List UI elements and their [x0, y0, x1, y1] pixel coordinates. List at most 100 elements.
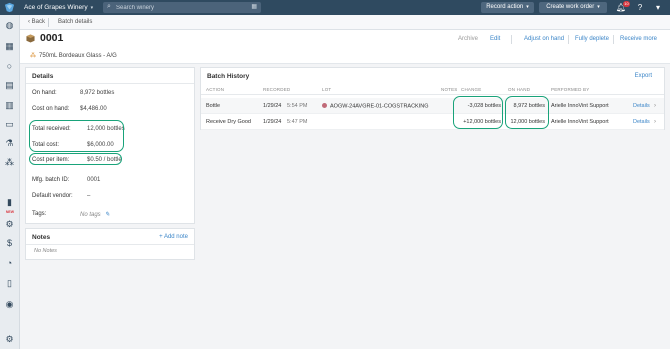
flask-icon[interactable]: ⚗: [3, 137, 16, 149]
action-cell: Receive Dry Good: [206, 119, 251, 125]
column-header-change[interactable]: CHANGE: [461, 87, 481, 92]
tank-icon[interactable]: ▥: [3, 99, 16, 111]
qr-code-icon[interactable]: ▦: [251, 3, 257, 10]
receive-more-button[interactable]: Receive more: [620, 36, 657, 42]
highlight-cost-per-item: [29, 153, 122, 165]
table-row[interactable]: Bottle 1/29/24 5:54 PM AOGW-24AVGRE-01-C…: [201, 98, 664, 114]
tags-value: No tags ✎: [80, 211, 110, 218]
notes-empty-state: No Notes: [34, 248, 57, 254]
pencil-icon[interactable]: ✎: [105, 212, 110, 218]
column-header-action[interactable]: ACTION: [206, 87, 224, 92]
table-row[interactable]: Receive Dry Good 1/29/24 5:47 PM +12,000…: [201, 114, 664, 130]
adjust-on-hand-button[interactable]: Adjust on hand: [524, 36, 564, 42]
details-link[interactable]: Details: [633, 103, 650, 109]
recorded-date-cell: 1/29/24: [263, 119, 282, 125]
lot-code: AOGW-24AVGRE-01-COGSTRACKING: [330, 103, 429, 110]
lot-color-icon: [322, 103, 327, 108]
chevron-right-icon[interactable]: ›: [654, 103, 656, 109]
lot-cell[interactable]: AOGW-24AVGRE-01-COGSTRACKING: [322, 103, 429, 110]
breadcrumb-current: Batch details: [58, 19, 93, 25]
action-cell: Bottle: [206, 103, 221, 109]
details-title: Details: [32, 73, 54, 80]
chevron-down-icon: ▾: [90, 5, 94, 11]
divider: [26, 244, 194, 245]
batch-history-card: Batch History Export ACTION RECORDED LOT…: [200, 67, 665, 130]
back-link[interactable]: ‹ Back: [28, 17, 45, 28]
column-header-performed-by[interactable]: PERFORMED BY: [551, 87, 589, 92]
winery-selector[interactable]: Ace of Grapes Winery ▾: [24, 2, 93, 13]
mfg-batch-value: 0001: [87, 177, 101, 183]
recorded-time-cell: 5:54 PM: [287, 103, 308, 109]
highlight-change-column: [453, 96, 503, 129]
recorded-time-cell: 5:47 PM: [287, 119, 308, 125]
bottle-icon[interactable]: ▯: [3, 277, 16, 289]
top-bar: Ace of Grapes Winery▾ ⌕ ▦ Record action▾…: [0, 0, 670, 15]
create-work-order-label: Create work order: [546, 4, 595, 10]
cost-on-hand-label: Cost on hand:: [32, 106, 70, 112]
gears-icon[interactable]: ⚙: [3, 218, 16, 230]
barrel-icon[interactable]: ◍: [3, 19, 16, 31]
innovint-logo-icon[interactable]: [4, 2, 15, 13]
sidebar: ◍ ▦ ○ ▤ ▥ ▭ ⚗ ⁂ ▮ NEW ⚙ $ ◔ ▯ ◉ ⚙: [0, 15, 20, 349]
help-icon[interactable]: ?: [635, 2, 645, 13]
fully-deplete-button[interactable]: Fully deplete: [575, 36, 609, 42]
breadcrumb: ‹ Back Batch details: [20, 15, 670, 30]
tags-label: Tags:: [32, 211, 47, 217]
winery-name: Ace of Grapes Winery: [24, 4, 88, 11]
box-icon[interactable]: ▭: [3, 118, 16, 130]
calendar-icon[interactable]: ▦: [3, 40, 16, 52]
archive-button[interactable]: Archive: [458, 36, 478, 42]
performed-by-cell: Arielle InnoVint Support: [551, 119, 609, 125]
divider: [613, 35, 614, 44]
highlight-total-received-cost: [29, 120, 124, 152]
grape-icon: ⁂: [30, 53, 36, 59]
page-title: 0001: [40, 32, 64, 44]
details-link[interactable]: Details: [633, 119, 650, 125]
default-vendor-label: Default vendor:: [32, 193, 73, 199]
barrels-icon[interactable]: ⁂: [3, 156, 16, 168]
search-box[interactable]: ⌕ ▦: [103, 2, 261, 13]
divider: [26, 83, 194, 84]
search-icon: ⌕: [107, 3, 111, 10]
highlight-on-hand-column: [505, 96, 549, 129]
clipboard-icon[interactable]: ▤: [3, 79, 16, 91]
notes-card: Notes + Add note No Notes: [25, 228, 195, 260]
chevron-right-icon[interactable]: ›: [654, 119, 656, 125]
lot-subtitle: ⁂ 750mL Bordeaux Glass - A/G: [30, 52, 117, 59]
new-tag: NEW: [5, 210, 15, 214]
on-hand-value: 8,972 bottles: [80, 90, 115, 96]
user-menu-icon[interactable]: ▾: [652, 2, 664, 13]
box-icon: [26, 34, 35, 43]
column-header-notes[interactable]: NOTES: [441, 87, 458, 92]
eye-icon[interactable]: ◉: [3, 298, 16, 310]
cost-on-hand-value: $4,486.00: [80, 106, 107, 112]
batch-history-title: Batch History: [207, 73, 250, 80]
dollar-icon[interactable]: $: [3, 237, 16, 249]
add-note-button[interactable]: + Add note: [159, 234, 188, 240]
lot-header: 0001 Archive Edit Adjust on hand Fully d…: [20, 30, 670, 64]
chevron-down-icon: ▾: [597, 4, 600, 10]
export-button[interactable]: Export: [635, 73, 652, 79]
default-vendor-value: –: [87, 193, 91, 199]
chart-icon[interactable]: ▮: [3, 196, 16, 208]
gauge-icon[interactable]: ◔: [3, 257, 16, 269]
edit-button[interactable]: Edit: [490, 36, 500, 42]
column-header-lot[interactable]: LOT: [322, 87, 331, 92]
notification-badge: 10: [623, 1, 630, 7]
record-action-label: Record action: [486, 4, 524, 10]
search-input[interactable]: [116, 3, 246, 12]
create-work-order-button[interactable]: Create work order ▾: [539, 2, 607, 13]
mfg-batch-label: Mfg. batch ID:: [32, 177, 70, 183]
tags-text: No tags: [80, 212, 101, 218]
details-card: Details On hand: 8,972 bottles Cost on h…: [25, 67, 195, 224]
column-header-on-hand[interactable]: ON HAND: [508, 87, 530, 92]
divider: [201, 94, 664, 95]
column-header-recorded[interactable]: RECORDED: [263, 87, 290, 92]
circle-icon[interactable]: ○: [3, 60, 16, 72]
record-action-button[interactable]: Record action ▾: [481, 2, 534, 13]
performed-by-cell: Arielle InnoVint Support: [551, 103, 609, 109]
recorded-date-cell: 1/29/24: [263, 103, 282, 109]
subtitle-text: 750mL Bordeaux Glass - A/G: [39, 53, 117, 59]
back-label: Back: [31, 19, 46, 25]
settings-icon[interactable]: ⚙: [3, 333, 16, 345]
